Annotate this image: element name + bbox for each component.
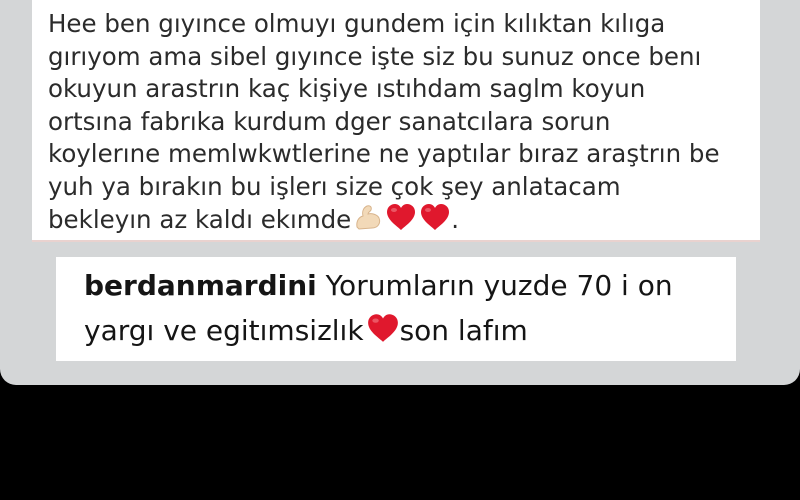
comment-second-line: yargı ve egitımsizlık son lafım: [84, 308, 712, 356]
post-text-line: okuyun arastrın kaç kişiye ıstıhdam sagl…: [48, 74, 646, 103]
screenshot-panel: Hee ben gıyınce olmuyı gundem için kılık…: [0, 0, 800, 385]
red-heart-icon: [385, 203, 417, 240]
comment-first-line: berdanmardini Yorumların yuzde 70 i on: [84, 263, 712, 308]
post-text-line: Hee ben gıyınce olmuyı gundem için kılık…: [48, 9, 666, 38]
comment-bubble: berdanmardini Yorumların yuzde 70 i on y…: [56, 257, 736, 361]
comment-text-line2: yargı ve egitımsizlık: [84, 314, 364, 347]
comment-username[interactable]: berdanmardini: [84, 269, 317, 302]
post-text-line: ortsına fabrıka kurdum dger sanatcılara …: [48, 106, 611, 136]
post-text-line: gırıyom ama sibel gıyınce işte siz bu su…: [48, 41, 702, 71]
post-text-last-line: bekleyın az kaldı ekımde.: [48, 203, 744, 240]
red-heart-icon: [419, 203, 451, 240]
flexed-biceps-icon: [353, 203, 383, 240]
comment-text-line2-after: son lafım: [399, 314, 528, 347]
red-heart-icon: [366, 311, 400, 356]
screen: Hee ben gıyınce olmuyı gundem için kılık…: [0, 0, 800, 500]
post-text-bubble: Hee ben gıyınce olmuyı gundem için kılık…: [32, 0, 760, 240]
comment-text-line1: Yorumların yuzde 70 i on: [325, 269, 673, 302]
comment-meta-row-cut-off: [84, 356, 712, 361]
post-trailing-period: .: [451, 205, 460, 234]
post-text-line: yuh ya bırakın bu işlerı size çok şey an…: [48, 171, 621, 201]
post-text-line: bekleyın az kaldı ekımde: [48, 205, 352, 234]
post-text-line: koylerıne memlwkwtlerine ne yaptılar bır…: [48, 139, 720, 168]
